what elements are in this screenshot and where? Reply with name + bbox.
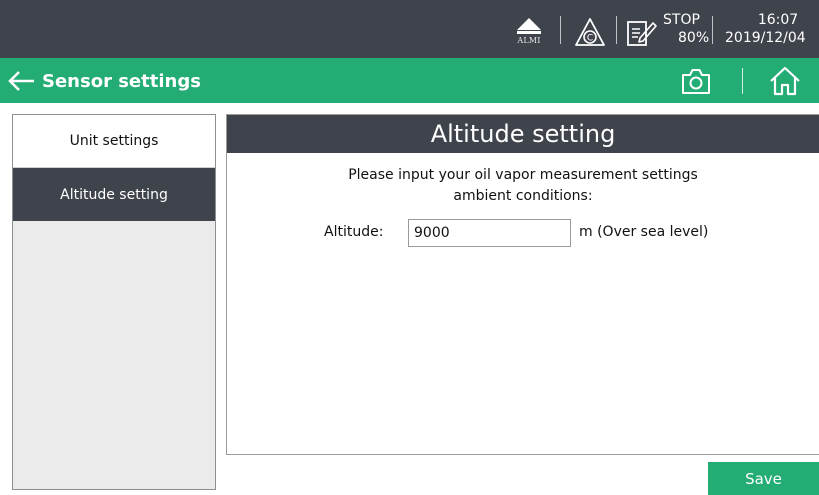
alarm-indicator[interactable]: ALMI bbox=[512, 18, 546, 52]
clock-date: 2019/12/04 bbox=[725, 30, 806, 46]
calibration-icon[interactable]: C bbox=[573, 16, 607, 50]
description-line: ambient conditions: bbox=[453, 188, 593, 204]
clock-time: 16:07 bbox=[757, 12, 799, 28]
sidebar-item-label: Altitude setting bbox=[60, 186, 168, 203]
back-button[interactable]: Sensor settings bbox=[6, 64, 201, 98]
svg-text:C: C bbox=[587, 34, 593, 44]
status-divider bbox=[560, 16, 561, 44]
stop-document-icon[interactable] bbox=[626, 18, 658, 48]
sidebar-item-unit-settings[interactable]: Unit settings bbox=[13, 115, 215, 168]
stop-percent: 80% bbox=[678, 30, 710, 46]
title-divider bbox=[742, 68, 743, 94]
description-line: Please input your oil vapor measurement … bbox=[348, 167, 698, 183]
alarm-bar bbox=[517, 31, 541, 34]
stop-status: STOP bbox=[663, 12, 700, 28]
status-divider bbox=[712, 16, 713, 44]
sidebar-item-altitude-setting[interactable]: Altitude setting bbox=[13, 168, 215, 221]
page-title: Sensor settings bbox=[42, 70, 201, 92]
settings-sidebar: Unit settings Altitude setting bbox=[12, 114, 216, 490]
altitude-row: Altitude: m (Over sea level) bbox=[227, 219, 819, 247]
altitude-unit: m (Over sea level) bbox=[579, 224, 709, 240]
altitude-panel: Altitude setting Please input your oil v… bbox=[226, 114, 819, 455]
alarm-icon bbox=[517, 18, 541, 30]
altitude-label: Altitude: bbox=[324, 224, 384, 240]
panel-title: Altitude setting bbox=[227, 115, 819, 153]
description: Please input your oil vapor measurement … bbox=[227, 165, 819, 207]
altitude-input[interactable] bbox=[408, 219, 571, 247]
sidebar-item-label: Unit settings bbox=[69, 133, 159, 149]
alarm-label: ALMI bbox=[517, 36, 541, 45]
title-bar: Sensor settings bbox=[0, 58, 819, 103]
status-divider bbox=[616, 16, 617, 44]
home-icon[interactable] bbox=[768, 65, 802, 97]
status-bar: ALMI C STOP 80% 16:07 2019/12/04 bbox=[0, 0, 819, 58]
back-arrow-icon bbox=[8, 71, 34, 91]
camera-icon[interactable] bbox=[680, 66, 712, 96]
save-button[interactable]: Save bbox=[708, 462, 819, 495]
